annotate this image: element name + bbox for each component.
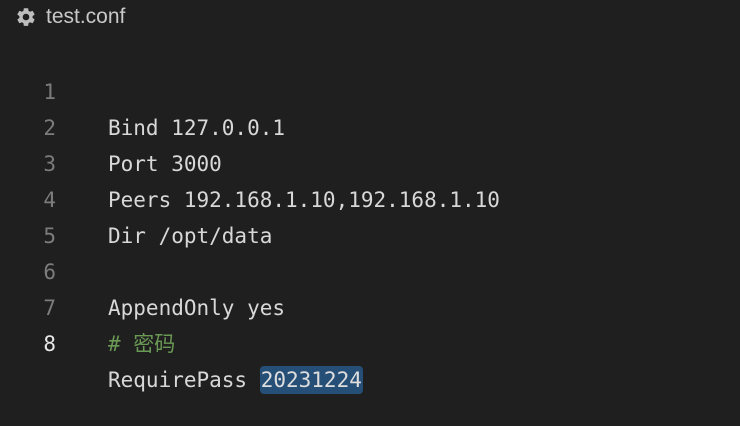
line-2[interactable]: 2 Port 3000 xyxy=(0,74,740,176)
file-name: test.conf xyxy=(46,5,126,28)
gear-icon xyxy=(14,5,38,29)
code-editor: test.conf 1 Bind 127.0.0.1 2 Port 3000 3… xyxy=(0,0,740,426)
line-5[interactable]: 5 xyxy=(0,182,740,248)
require-pass-key: RequirePass xyxy=(108,368,260,392)
line-7[interactable]: 7 # 密码 xyxy=(0,254,740,356)
line-6[interactable]: 6 AppendOnly yes xyxy=(0,218,740,320)
file-title[interactable]: test.conf xyxy=(14,3,125,31)
require-pass-setting[interactable]: RequirePass 20231224 xyxy=(108,362,363,398)
line-3[interactable]: 3 Peers 192.168.1.10,192.168.1.10 xyxy=(0,110,740,212)
line-8[interactable]: 8 RequirePass 20231224 xyxy=(0,290,740,394)
line-1[interactable]: 1 Bind 127.0.0.1 xyxy=(0,38,740,140)
code-content[interactable]: 1 Bind 127.0.0.1 2 Port 3000 3 Peers 192… xyxy=(0,38,740,394)
selected-password-value[interactable]: 20231224 xyxy=(259,366,363,394)
active-line-number[interactable]: 8 xyxy=(0,326,56,362)
password-comment[interactable]: # 密码 xyxy=(108,326,175,362)
line-4[interactable]: 4 Dir /opt/data xyxy=(0,146,740,248)
